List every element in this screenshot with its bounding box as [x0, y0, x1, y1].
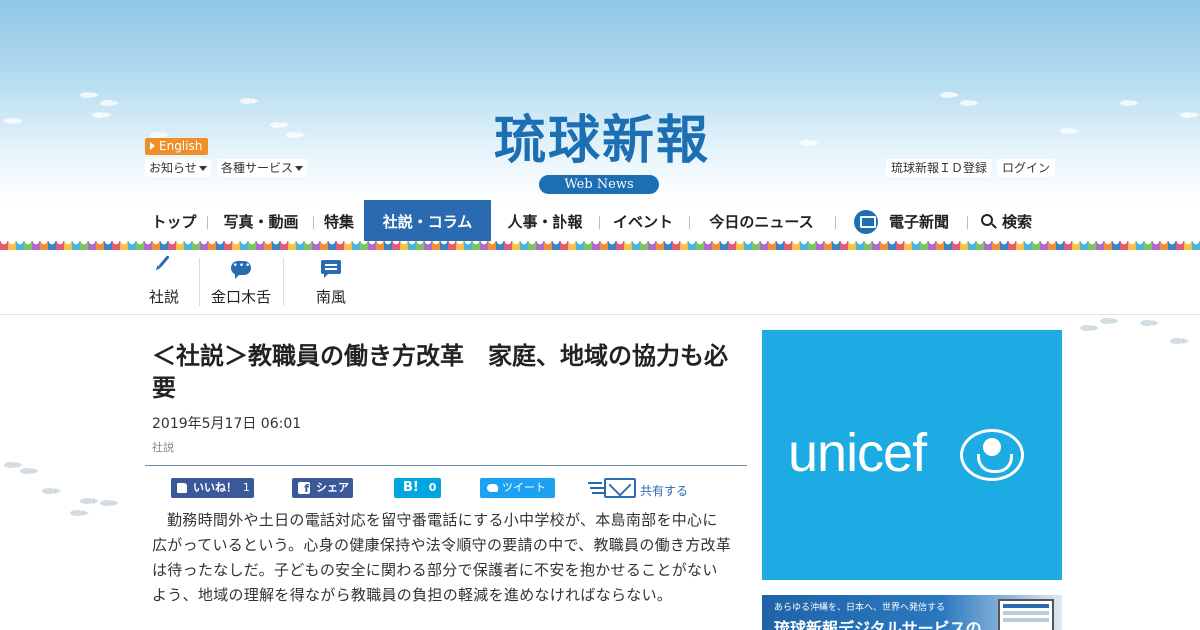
- tweet-label: ツイート: [502, 481, 546, 494]
- login-button[interactable]: ログイン: [997, 159, 1056, 177]
- unicef-wordmark: unicef: [788, 423, 927, 483]
- mail-share-button[interactable]: 共有する: [588, 477, 698, 501]
- like-label: いいね！: [193, 481, 237, 494]
- facebook-icon: f: [298, 482, 310, 495]
- fish-decoration: [1080, 325, 1099, 331]
- unicef-emblem-icon: [960, 429, 1024, 481]
- note-icon: [321, 260, 341, 278]
- nav-item-top[interactable]: トップ: [151, 200, 197, 244]
- device-screen-icon: [998, 599, 1054, 630]
- sub-nav: 社説 金口木舌 南風: [0, 250, 1200, 315]
- subnav-item-haebaru[interactable]: 南風: [310, 250, 352, 314]
- motion-lines-icon: [588, 482, 602, 484]
- decorative-pattern-band: [0, 241, 1200, 250]
- thumbs-up-icon: [177, 483, 187, 493]
- digital-service-ad[interactable]: あらゆる沖縄を、日本へ、世界へ発信する 琉球新報デジタルサービスの: [762, 595, 1062, 630]
- article-date: 2019年5月17日 06:01: [152, 416, 302, 432]
- fish-decoration: [960, 100, 979, 106]
- ad-tagline: あらゆる沖縄を、日本へ、世界へ発信する: [774, 603, 946, 613]
- subnav-label: 金口木舌: [210, 288, 271, 306]
- tv-icon: [854, 210, 878, 234]
- subnav-separator: [283, 258, 284, 306]
- fish-decoration: [286, 132, 305, 138]
- fish-decoration: [100, 500, 119, 506]
- fish-decoration: [4, 462, 23, 468]
- fish-decoration: [1180, 112, 1199, 118]
- nav-item-todays-news[interactable]: 今日のニュース: [708, 200, 815, 244]
- facebook-share-button[interactable]: f シェア: [292, 478, 353, 498]
- nav-item-photo-video[interactable]: 写真・動画: [223, 200, 299, 244]
- nav-item-events[interactable]: イベント: [612, 200, 674, 244]
- nav-item-e-newspaper[interactable]: 電子新聞: [887, 200, 951, 244]
- fish-decoration: [940, 92, 959, 98]
- fish-decoration: [92, 112, 111, 118]
- english-button[interactable]: English: [145, 138, 209, 155]
- nav-item-search[interactable]: 検索: [1000, 200, 1034, 244]
- article-body: 勤務時間外や土日の電話対応を留守番電話にする小中学校が、本島南部を中心に広がって…: [152, 511, 732, 604]
- facebook-like-button[interactable]: いいね！ 1: [171, 478, 254, 498]
- article-category[interactable]: 社説: [152, 439, 174, 455]
- nav-separator: [967, 216, 968, 229]
- fish-decoration: [1060, 128, 1079, 134]
- article-title: ＜社説＞教職員の働き方改革 家庭、地域の協力も必要: [152, 342, 728, 402]
- site-logo[interactable]: 琉球新報: [452, 110, 752, 172]
- tweet-button[interactable]: ツイート: [480, 478, 555, 498]
- nav-separator: [835, 216, 836, 229]
- subnav-item-kinkuchi-bokuzetsu[interactable]: 金口木舌: [207, 250, 275, 314]
- fish-decoration: [70, 510, 89, 516]
- notices-dropdown[interactable]: お知らせ: [145, 159, 211, 177]
- fish-decoration: [80, 498, 99, 504]
- subnav-label: 社説: [148, 288, 179, 306]
- twitter-bird-icon: [487, 484, 498, 492]
- nav-separator: [207, 216, 208, 229]
- unicef-ad[interactable]: unicef: [762, 330, 1062, 580]
- nav-item-features[interactable]: 特集: [322, 200, 356, 244]
- fish-decoration: [270, 122, 289, 128]
- fish-decoration: [1140, 320, 1159, 326]
- subnav-separator: [199, 258, 200, 306]
- mail-share-label: 共有する: [640, 484, 689, 498]
- services-dropdown[interactable]: 各種サービス: [217, 159, 308, 177]
- share-label: シェア: [316, 481, 349, 494]
- fish-decoration: [80, 92, 99, 98]
- search-icon[interactable]: [981, 214, 993, 226]
- fish-decoration: [100, 100, 119, 106]
- hatena-count: 0: [428, 481, 437, 494]
- hatena-label: B!: [403, 480, 419, 495]
- fish-decoration: [20, 468, 39, 474]
- fish-decoration: [1120, 100, 1139, 106]
- hatena-bookmark-button[interactable]: B! 0: [394, 478, 441, 498]
- nav-item-editorials[interactable]: 社説・コラム: [364, 200, 491, 244]
- nav-item-personnel[interactable]: 人事・訃報: [506, 200, 584, 244]
- nav-separator: [689, 216, 690, 229]
- subnav-item-editorial[interactable]: 社説: [145, 250, 183, 314]
- nav-separator: [313, 216, 314, 229]
- pen-icon: [158, 255, 170, 268]
- divider: [145, 465, 747, 466]
- subnav-label: 南風: [315, 288, 346, 306]
- fish-decoration: [42, 488, 61, 494]
- site-logo-subtitle[interactable]: Web News: [539, 175, 659, 194]
- fish-decoration: [1170, 338, 1189, 344]
- ad-headline: 琉球新報デジタルサービスの: [774, 619, 982, 630]
- fish-decoration: [1100, 318, 1119, 324]
- fish-decoration: [800, 140, 819, 146]
- id-register-button[interactable]: 琉球新報ＩＤ登録: [886, 159, 993, 177]
- speech-bubble-icon: [231, 259, 251, 279]
- like-count: 1: [242, 481, 250, 494]
- fish-decoration: [4, 118, 23, 124]
- mail-icon: [604, 478, 636, 498]
- fish-decoration: [240, 98, 259, 104]
- nav-separator: [599, 216, 600, 229]
